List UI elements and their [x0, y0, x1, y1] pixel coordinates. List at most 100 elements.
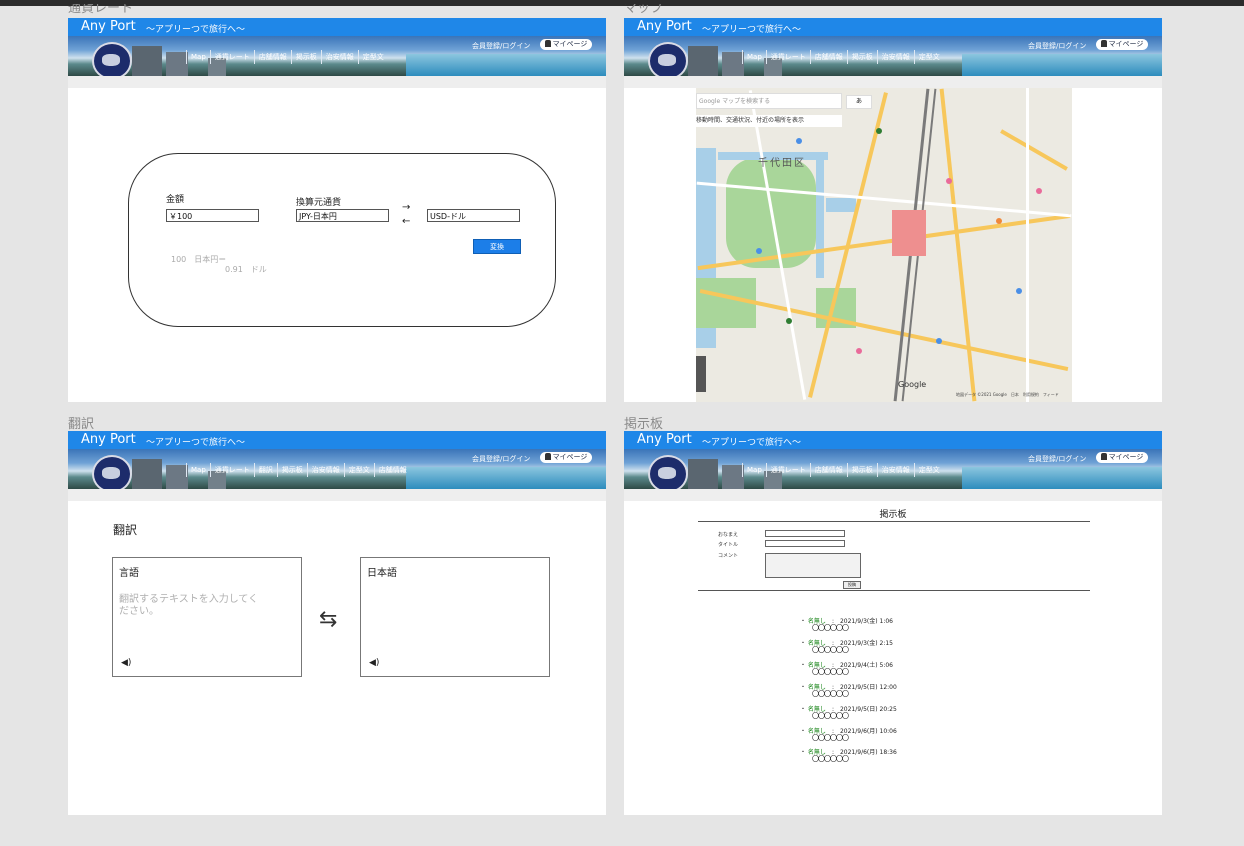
site-subtitle: 〜アプリーつで旅行へ〜	[146, 25, 246, 35]
post-date: 2021/9/6(月) 18:36	[839, 749, 897, 756]
from-currency-select[interactable]: JPY-日本円	[296, 209, 389, 222]
site-subtitle: 〜アプリーつで旅行へ〜	[702, 438, 802, 448]
nav-item-board[interactable]: 掲示板	[276, 463, 307, 477]
divider	[698, 590, 1090, 591]
site-logo[interactable]	[92, 455, 132, 493]
map-area-name: 千代田区	[758, 158, 806, 169]
post-body: 〇〇〇〇〇〇	[812, 734, 849, 742]
nav-item-map[interactable]: Map	[742, 463, 766, 477]
post-body: 〇〇〇〇〇〇	[812, 668, 849, 676]
list-item: ・ 名無し : 2021/9/3(金) 1:06 〇〇〇〇〇〇	[800, 618, 893, 632]
from-currency-label: 換算元通貨	[296, 198, 342, 208]
nav-item-board[interactable]: 掲示板	[290, 50, 321, 64]
nav-item-map[interactable]: Map	[186, 463, 210, 477]
nav-item-rate[interactable]: 通貨レート	[765, 463, 810, 477]
site-logo[interactable]	[648, 42, 688, 80]
source-text-box[interactable]: 言語 翻訳するテキストを入力してください。 ◀)	[112, 557, 302, 677]
post-body: 〇〇〇〇〇〇	[812, 624, 849, 632]
nav-item-safety[interactable]: 治安情報	[320, 50, 358, 64]
nav-item-translate[interactable]: 翻訳	[253, 463, 277, 477]
title-input[interactable]	[765, 540, 845, 547]
nav-item-shops[interactable]: 店舗情報	[253, 50, 291, 64]
post-date: 2021/9/5(日) 20:25	[839, 706, 897, 713]
header-title-bar: Any Port 〜アプリーつで旅行へ〜	[68, 18, 606, 36]
to-currency-select[interactable]: USD-ドル	[427, 209, 520, 222]
login-link[interactable]: 会員登録/ログイン	[1028, 41, 1086, 51]
frame-label-currency[interactable]: 通貨レート	[68, 4, 133, 18]
main-nav: Map 通貨レート 店舗情報 掲示板 治安情報 定型文	[742, 463, 944, 477]
frame-label-translate[interactable]: 翻訳	[68, 413, 94, 432]
site-title[interactable]: Any Port	[637, 432, 692, 447]
login-link[interactable]: 会員登録/ログイン	[1028, 454, 1086, 464]
mypage-label: マイページ	[1108, 453, 1144, 461]
nav-item-safety[interactable]: 治安情報	[306, 463, 344, 477]
site-logo[interactable]	[648, 455, 688, 493]
map-search-input[interactable]: Google マップを検索する	[696, 93, 842, 109]
nav-item-phrases[interactable]: 定型文	[913, 50, 944, 64]
map-pegman-icon[interactable]	[696, 356, 706, 392]
frame-label-map[interactable]: マップ	[624, 4, 663, 18]
translate-frame: Any Port 〜アプリーつで旅行へ〜 Map 通貨レート 翻訳 掲示板 治安…	[68, 431, 606, 815]
nav-item-phrases[interactable]: 定型文	[357, 50, 388, 64]
post-body: 〇〇〇〇〇〇	[812, 646, 849, 654]
nav-item-rate[interactable]: 通貨レート	[209, 463, 254, 477]
amount-input[interactable]: ￥100	[166, 209, 259, 222]
site-title[interactable]: Any Port	[81, 19, 136, 34]
convert-button[interactable]: 変換	[473, 239, 521, 254]
mypage-label: マイページ	[552, 40, 588, 48]
mypage-label: マイページ	[552, 453, 588, 461]
speaker-icon[interactable]: ◀)	[121, 658, 131, 668]
mypage-button[interactable]: マイページ	[540, 39, 592, 50]
arrow-left-icon: ←	[402, 216, 411, 227]
submit-button[interactable]: 投稿	[843, 581, 861, 589]
speaker-icon[interactable]: ◀)	[369, 658, 379, 668]
source-language-select[interactable]: 言語	[119, 564, 139, 579]
swap-languages-icon[interactable]: ⇆	[319, 607, 337, 632]
google-logo: Google	[898, 380, 927, 389]
map-credit[interactable]: 地図データ ©2021 Google 日本 利用規約 フィード	[956, 392, 1059, 398]
nav-item-board[interactable]: 掲示板	[846, 50, 877, 64]
header-title-bar: Any Port 〜アプリーつで旅行へ〜	[624, 18, 1162, 36]
header-divider	[624, 76, 1162, 88]
site-title[interactable]: Any Port	[637, 19, 692, 34]
map-language-toggle[interactable]: あ	[846, 95, 872, 109]
comment-textarea[interactable]	[765, 553, 861, 578]
nav-item-rate[interactable]: 通貨レート	[209, 50, 254, 64]
main-nav: Map 通貨レート 店舗情報 掲示板 治安情報 定型文	[186, 50, 388, 64]
site-header: Any Port 〜アプリーつで旅行へ〜 Map 通貨レート 翻訳 掲示板 治安…	[68, 431, 606, 493]
main-nav: Map 通貨レート 店舗情報 掲示板 治安情報 定型文	[742, 50, 944, 64]
mypage-button[interactable]: マイページ	[1096, 452, 1148, 463]
frame-label-board[interactable]: 掲示板	[624, 413, 663, 432]
site-title[interactable]: Any Port	[81, 432, 136, 447]
nav-item-map[interactable]: Map	[186, 50, 210, 64]
post-body: 〇〇〇〇〇〇	[812, 690, 849, 698]
nav-item-safety[interactable]: 治安情報	[876, 463, 914, 477]
nav-item-phrases[interactable]: 定型文	[343, 463, 374, 477]
embedded-map[interactable]: Google マップを検索する 移動時間、交通状況、付近の場所を表示 あ 千代田…	[696, 88, 1072, 402]
nav-item-map[interactable]: Map	[742, 50, 766, 64]
map-hint[interactable]: 移動時間、交通状況、付近の場所を表示	[696, 115, 842, 127]
page-title: 翻訳	[113, 523, 138, 537]
user-icon	[544, 453, 551, 460]
post-body: 〇〇〇〇〇〇	[812, 712, 849, 720]
nav-item-safety[interactable]: 治安情報	[876, 50, 914, 64]
mypage-button[interactable]: マイページ	[1096, 39, 1148, 50]
source-text-input[interactable]: 翻訳するテキストを入力してください。	[119, 594, 259, 618]
nav-item-shops[interactable]: 店舗情報	[809, 463, 847, 477]
name-label: おなまえ	[718, 532, 739, 538]
nav-item-phrases[interactable]: 定型文	[913, 463, 944, 477]
mypage-button[interactable]: マイページ	[540, 452, 592, 463]
name-input[interactable]	[765, 530, 845, 537]
nav-item-board[interactable]: 掲示板	[846, 463, 877, 477]
divider	[698, 521, 1090, 522]
login-link[interactable]: 会員登録/ログイン	[472, 41, 530, 51]
result-line-2: 0.91 ドル	[225, 265, 267, 274]
nav-item-rate[interactable]: 通貨レート	[765, 50, 810, 64]
target-language-select[interactable]: 日本語	[367, 564, 397, 579]
list-item: ・ 名無し : 2021/9/5(日) 20:25 〇〇〇〇〇〇	[800, 706, 897, 720]
nav-item-shops[interactable]: 店舗情報	[373, 463, 411, 477]
nav-item-shops[interactable]: 店舗情報	[809, 50, 847, 64]
arrow-right-icon: →	[402, 202, 411, 213]
site-logo[interactable]	[92, 42, 132, 80]
login-link[interactable]: 会員登録/ログイン	[472, 454, 530, 464]
